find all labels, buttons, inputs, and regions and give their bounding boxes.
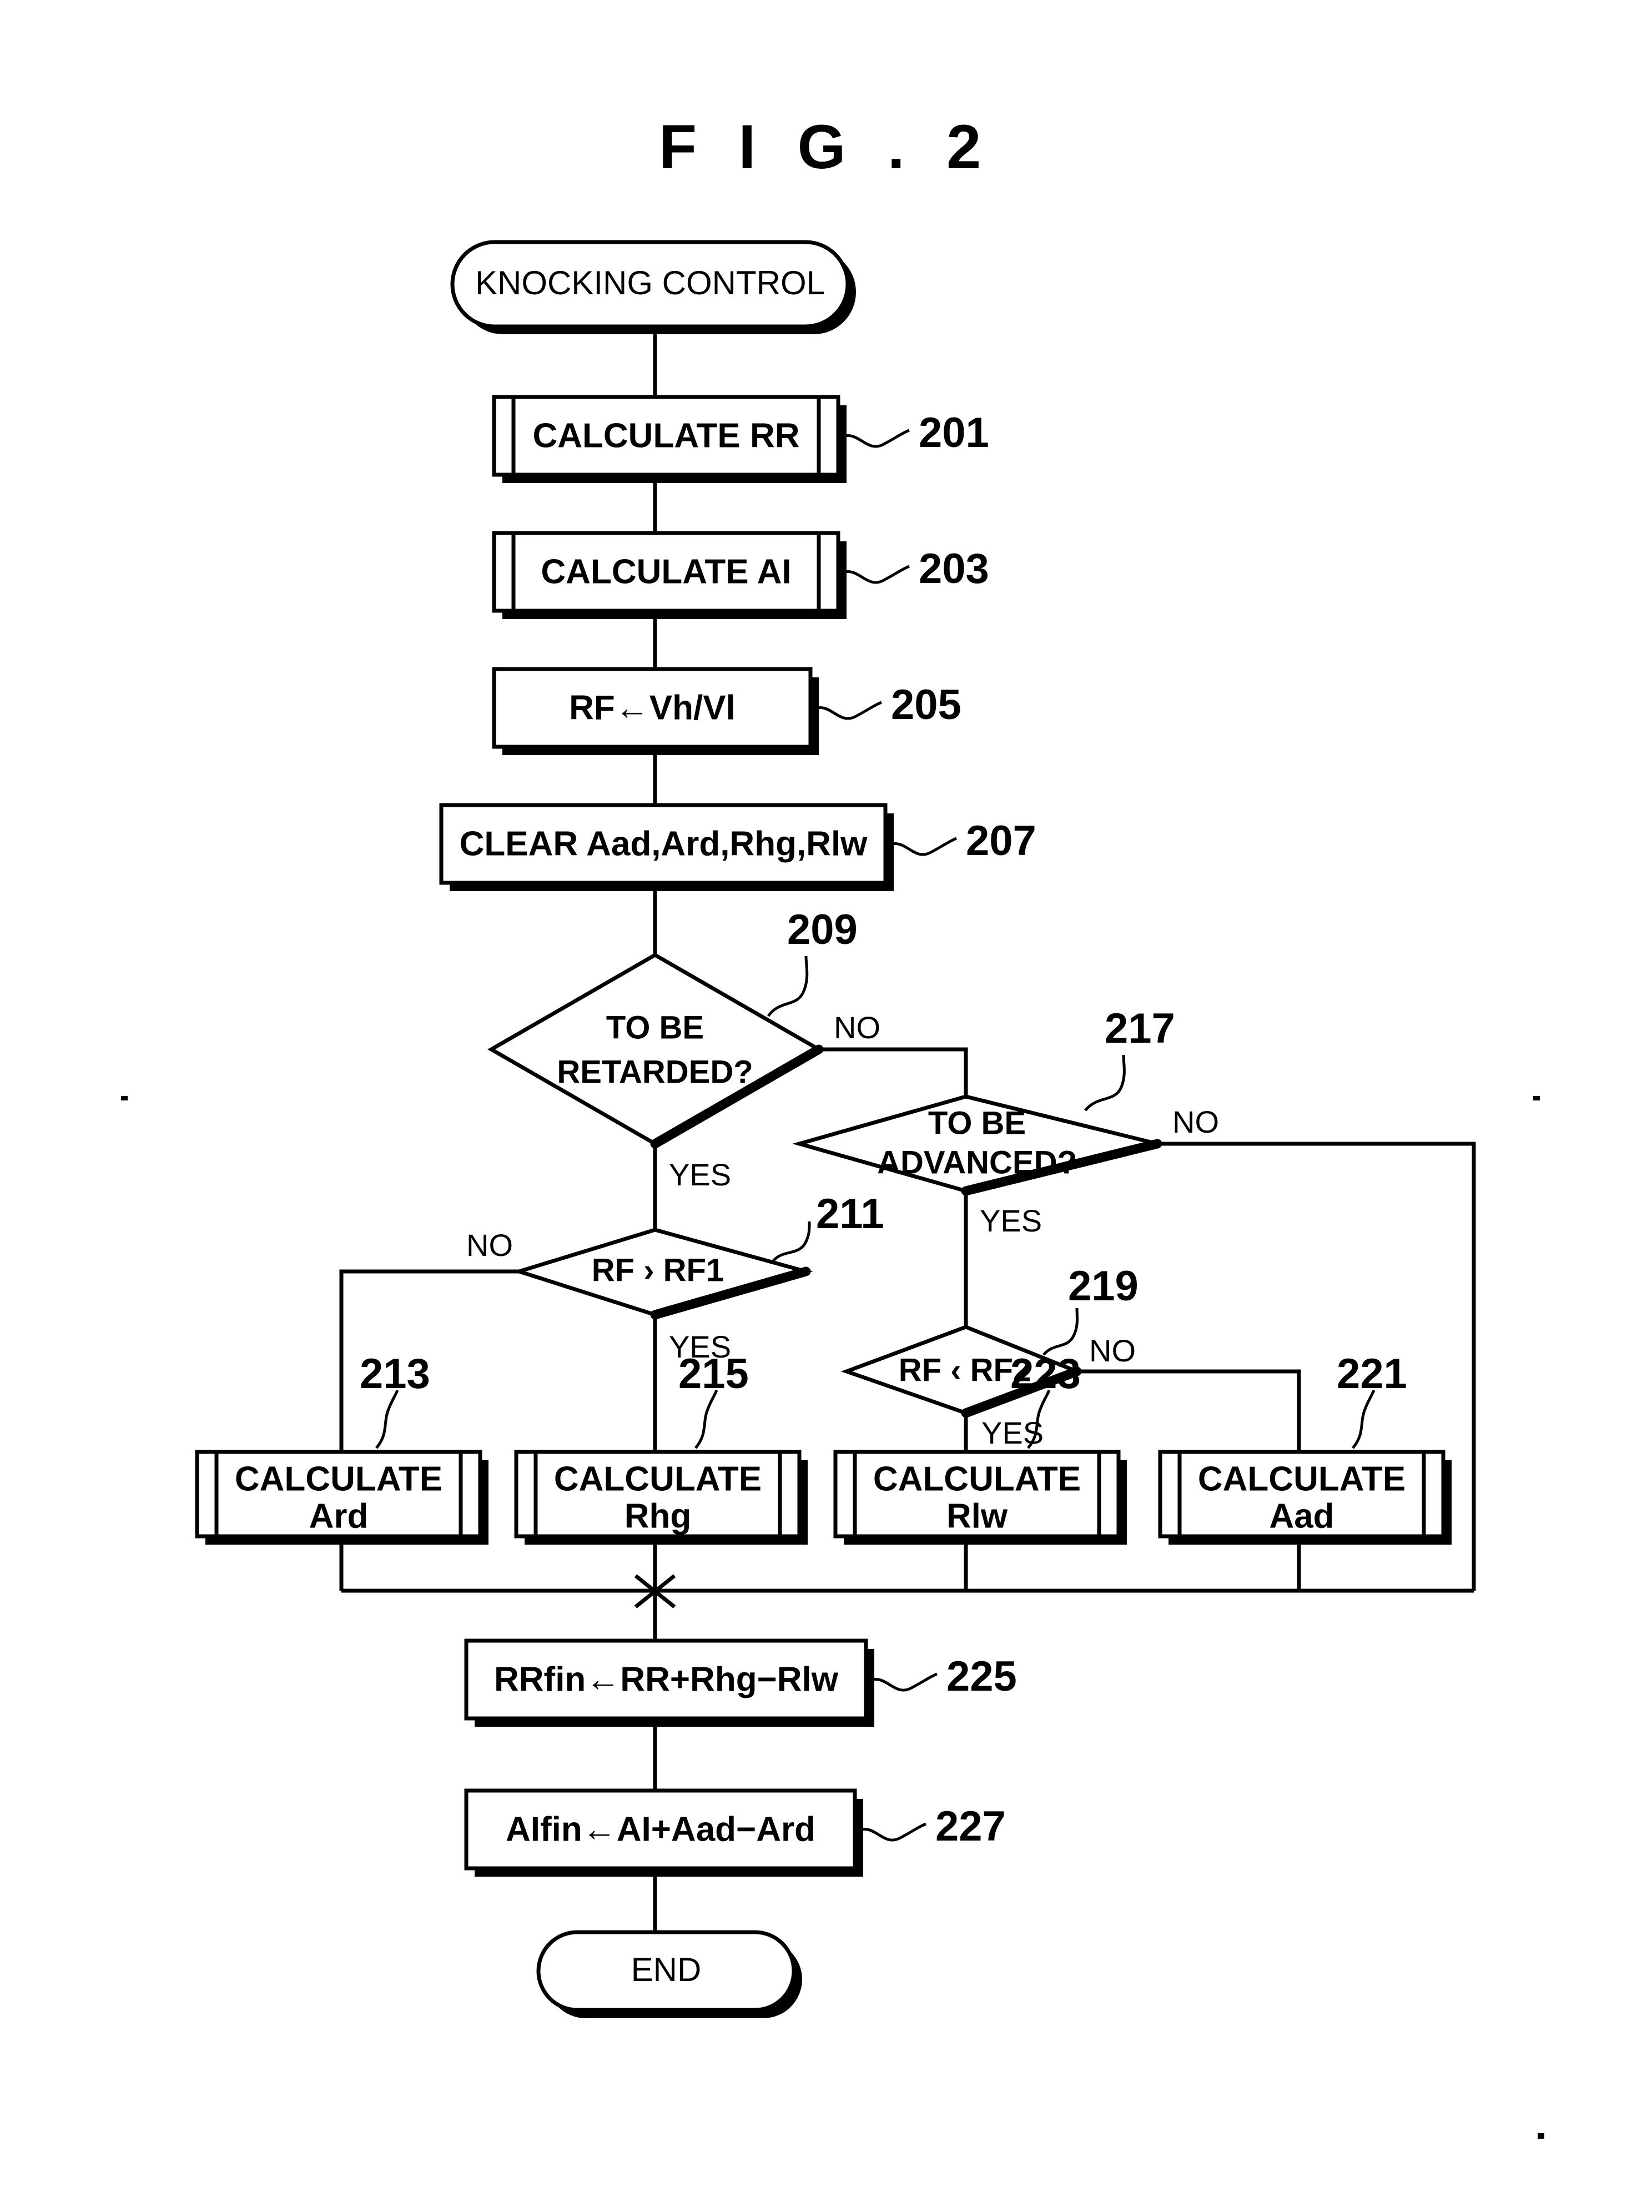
node-209-ref: 209 <box>787 906 858 953</box>
node-205-leader <box>810 701 882 720</box>
end-label: END <box>631 1951 702 1988</box>
node-219[interactable]: RF ‹ RF2 NO YES 219 <box>840 1263 1139 1450</box>
node-205-ref: 205 <box>891 681 961 728</box>
node-217-no-label: NO <box>1172 1104 1219 1139</box>
node-217-label-line1: TO BE <box>928 1105 1026 1141</box>
node-end[interactable]: END <box>536 1930 802 2018</box>
node-213-ref: 213 <box>360 1350 430 1397</box>
node-207-leader <box>885 837 957 856</box>
node-221-label-line1: CALCULATE <box>1198 1460 1406 1498</box>
node-211[interactable]: RF › RF1 NO YES 211 <box>466 1190 884 1364</box>
node-221-label-line2: Aad <box>1269 1497 1334 1535</box>
node-223-label-line1: CALCULATE <box>873 1460 1081 1498</box>
registration-dot-bottom <box>1538 2133 1544 2139</box>
scan-artifacts <box>121 1096 1544 2139</box>
node-201-leader <box>838 429 910 448</box>
node-209-no-label: NO <box>834 1010 880 1045</box>
node-209-label-line1: TO BE <box>606 1009 704 1045</box>
node-215[interactable]: CALCULATE Rhg 215 <box>514 1350 808 1545</box>
node-209-shape <box>487 952 823 1147</box>
node-219-no-label: NO <box>1089 1333 1136 1368</box>
node-201-ref: 201 <box>919 409 989 456</box>
node-start[interactable]: KNOCKING CONTROL <box>450 240 856 334</box>
connector-219no-221 <box>1077 1369 1301 1452</box>
node-203[interactable]: CALCULATE AI 203 <box>492 531 989 619</box>
registration-dot-left <box>121 1096 128 1100</box>
node-221[interactable]: CALCULATE Aad 221 <box>1158 1350 1452 1545</box>
node-205-label: RF←Vh/Vl <box>569 688 736 727</box>
node-219-yes-label: YES <box>981 1415 1044 1450</box>
node-215-label-line2: Rhg <box>624 1497 692 1535</box>
node-203-ref: 203 <box>919 545 989 592</box>
node-203-label: CALCULATE AI <box>541 552 791 591</box>
node-213-label-line2: Ard <box>309 1497 369 1535</box>
flowchart-canvas: KNOCKING CONTROL CALCULATE RR 201 CALCUL… <box>121 240 1544 2139</box>
node-225-label: RRfin←RR+Rhg−Rlw <box>494 1660 839 1698</box>
node-217-yes-label: YES <box>980 1203 1042 1238</box>
node-219-leader <box>1042 1308 1079 1356</box>
node-207[interactable]: CLEAR Aad,Ard,Rhg,Rlw 207 <box>439 803 1036 891</box>
node-217-label-line2: ADVANCED? <box>877 1144 1077 1180</box>
node-227[interactable]: AIfin←AI+Aad−Ard 227 <box>464 1788 1006 1877</box>
node-225[interactable]: RRfin←RR+Rhg−Rlw 225 <box>464 1638 1017 1727</box>
node-207-ref: 207 <box>966 817 1036 864</box>
node-225-leader <box>866 1672 938 1692</box>
node-207-label: CLEAR Aad,Ard,Rhg,Rlw <box>460 825 868 863</box>
node-205[interactable]: RF←Vh/Vl 205 <box>492 667 961 755</box>
node-211-label: RF › RF1 <box>592 1252 724 1288</box>
node-227-ref: 227 <box>935 1803 1006 1850</box>
node-211-ref: 211 <box>816 1190 884 1238</box>
node-213-leader <box>375 1390 399 1449</box>
node-201[interactable]: CALCULATE RR 201 <box>492 395 989 483</box>
node-213-label-line1: CALCULATE <box>235 1460 442 1498</box>
node-215-ref: 215 <box>678 1350 749 1397</box>
node-223-ref: 223 <box>1010 1350 1081 1397</box>
start-label: KNOCKING CONTROL <box>475 264 825 301</box>
node-203-leader <box>838 565 910 584</box>
node-217-ref: 217 <box>1105 1005 1175 1052</box>
node-227-label: AIfin←AI+Aad−Ard <box>506 1810 815 1848</box>
connector-209no-217 <box>819 1047 968 1097</box>
node-221-ref: 221 <box>1337 1350 1407 1397</box>
node-209-yes-label: YES <box>669 1157 731 1192</box>
node-217-leader <box>1084 1054 1126 1112</box>
node-211-no-label: NO <box>466 1228 513 1263</box>
node-211-leader <box>772 1221 811 1263</box>
node-227-leader <box>855 1822 926 1842</box>
node-221-leader <box>1352 1390 1376 1449</box>
registration-dot-right <box>1533 1096 1540 1100</box>
node-223-label-line2: Rlw <box>946 1497 1008 1535</box>
node-225-ref: 225 <box>946 1653 1017 1700</box>
node-201-label: CALCULATE RR <box>532 416 799 455</box>
node-215-label-line1: CALCULATE <box>554 1460 762 1498</box>
node-209-leader <box>767 956 809 1017</box>
node-219-ref: 219 <box>1068 1263 1139 1310</box>
node-209-label-line2: RETARDED? <box>557 1054 753 1090</box>
figure-sheet: F I G . 2 KNOCKING CONTROL CALCULATE RR … <box>0 0 1652 2212</box>
node-215-leader <box>694 1390 718 1449</box>
